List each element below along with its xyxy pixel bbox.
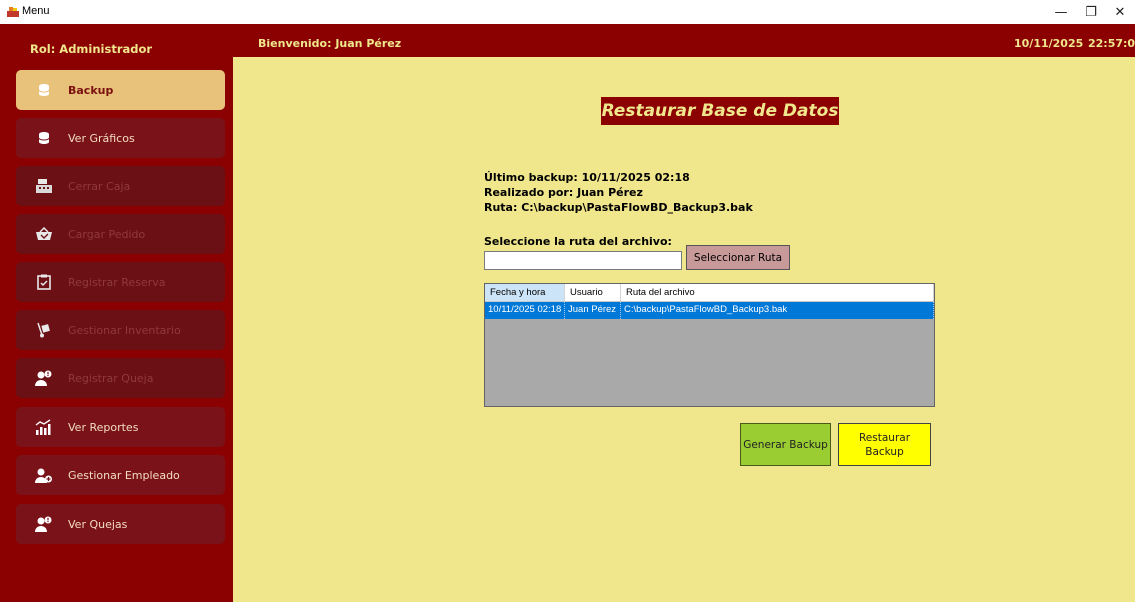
- sidebar-item-ver-graficos[interactable]: Ver Gráficos: [16, 118, 225, 158]
- window-title: Menu: [22, 5, 50, 17]
- sidebar-item-registrar-reserva[interactable]: Registrar Reserva: [16, 262, 225, 302]
- sidebar-item-ver-quejas[interactable]: Ver Quejas: [16, 504, 225, 544]
- hand-truck-icon: [34, 320, 54, 340]
- column-header-user[interactable]: Usuario: [565, 284, 621, 301]
- welcome-text: Bienvenido: Juan Pérez: [258, 37, 402, 50]
- sidebar-item-label: Registrar Queja: [68, 371, 154, 385]
- database-icon: [34, 80, 54, 100]
- sidebar-item-label: Registrar Reserva: [68, 275, 166, 289]
- table-row[interactable]: 10/11/2025 02:18 Juan Pérez C:\backup\Pa…: [485, 302, 934, 319]
- basket-icon: [34, 224, 54, 244]
- close-button[interactable]: ✕: [1105, 0, 1135, 24]
- cell-date: 10/11/2025 02:18: [485, 302, 565, 319]
- sidebar-item-ver-reportes[interactable]: Ver Reportes: [16, 407, 225, 447]
- sidebar-item-label: Cargar Pedido: [68, 227, 146, 241]
- chart-icon: [34, 417, 54, 437]
- sidebar-item-label: Ver Reportes: [68, 420, 139, 434]
- sidebar-item-backup[interactable]: Backup: [16, 70, 225, 110]
- current-time: 22:57:01: [1088, 37, 1135, 50]
- sidebar-item-label: Gestionar Inventario: [68, 323, 181, 337]
- clipboard-icon: [34, 272, 54, 292]
- minimize-button[interactable]: —: [1046, 0, 1076, 24]
- sidebar-item-cargar-pedido[interactable]: Cargar Pedido: [16, 214, 225, 254]
- grid-header: Fecha y hora Usuario Ruta del archivo: [485, 284, 934, 302]
- app-icon: [7, 7, 19, 17]
- sidebar-item-label: Backup: [68, 83, 114, 97]
- database-icon: [34, 128, 54, 148]
- window-titlebar: Menu — ❐ ✕: [0, 0, 1135, 24]
- column-header-date[interactable]: Fecha y hora: [485, 284, 565, 301]
- select-path-button[interactable]: Seleccionar Ruta: [686, 245, 790, 270]
- sidebar-item-label: Ver Quejas: [68, 517, 128, 531]
- sidebar: Rol: Administrador Backup Ver Gráficos C…: [0, 24, 233, 602]
- restore-backup-button[interactable]: Restaurar Backup: [838, 423, 931, 466]
- cell-path: C:\backup\PastaFlowBD_Backup3.bak: [621, 302, 934, 319]
- backup-path-text: Ruta: C:\backup\PastaFlowBD_Backup3.bak: [484, 201, 753, 214]
- current-date: 10/11/2025: [1014, 37, 1084, 50]
- made-by-text: Realizado por: Juan Pérez: [484, 186, 643, 199]
- role-label: Rol: Administrador: [30, 42, 153, 56]
- last-backup-text: Último backup: 10/11/2025 02:18: [484, 171, 690, 184]
- sidebar-item-gestionar-empleado[interactable]: Gestionar Empleado: [16, 455, 225, 495]
- sidebar-item-label: Gestionar Empleado: [68, 468, 180, 482]
- sidebar-item-cerrar-caja[interactable]: Cerrar Caja: [16, 166, 225, 206]
- select-path-label: Seleccione la ruta del archivo:: [484, 235, 672, 248]
- column-header-path[interactable]: Ruta del archivo: [621, 284, 934, 301]
- sidebar-item-registrar-queja[interactable]: Registrar Queja: [16, 358, 225, 398]
- user-alert-icon: [34, 514, 54, 534]
- user-alert-icon: [34, 368, 54, 388]
- page-title: Restaurar Base de Datos: [601, 97, 839, 125]
- sidebar-item-gestionar-inventario[interactable]: Gestionar Inventario: [16, 310, 225, 350]
- header-bar: Bienvenido: Juan Pérez 10/11/2025 22:57:…: [233, 24, 1135, 57]
- sidebar-item-label: Cerrar Caja: [68, 179, 131, 193]
- user-add-icon: [34, 465, 54, 485]
- cell-user: Juan Pérez: [565, 302, 621, 319]
- sidebar-item-label: Ver Gráficos: [68, 131, 135, 145]
- backup-grid[interactable]: Fecha y hora Usuario Ruta del archivo 10…: [484, 283, 935, 407]
- cash-register-icon: [34, 176, 54, 196]
- path-input[interactable]: [484, 251, 682, 270]
- generate-backup-button[interactable]: Generar Backup: [740, 423, 831, 466]
- maximize-button[interactable]: ❐: [1076, 0, 1106, 24]
